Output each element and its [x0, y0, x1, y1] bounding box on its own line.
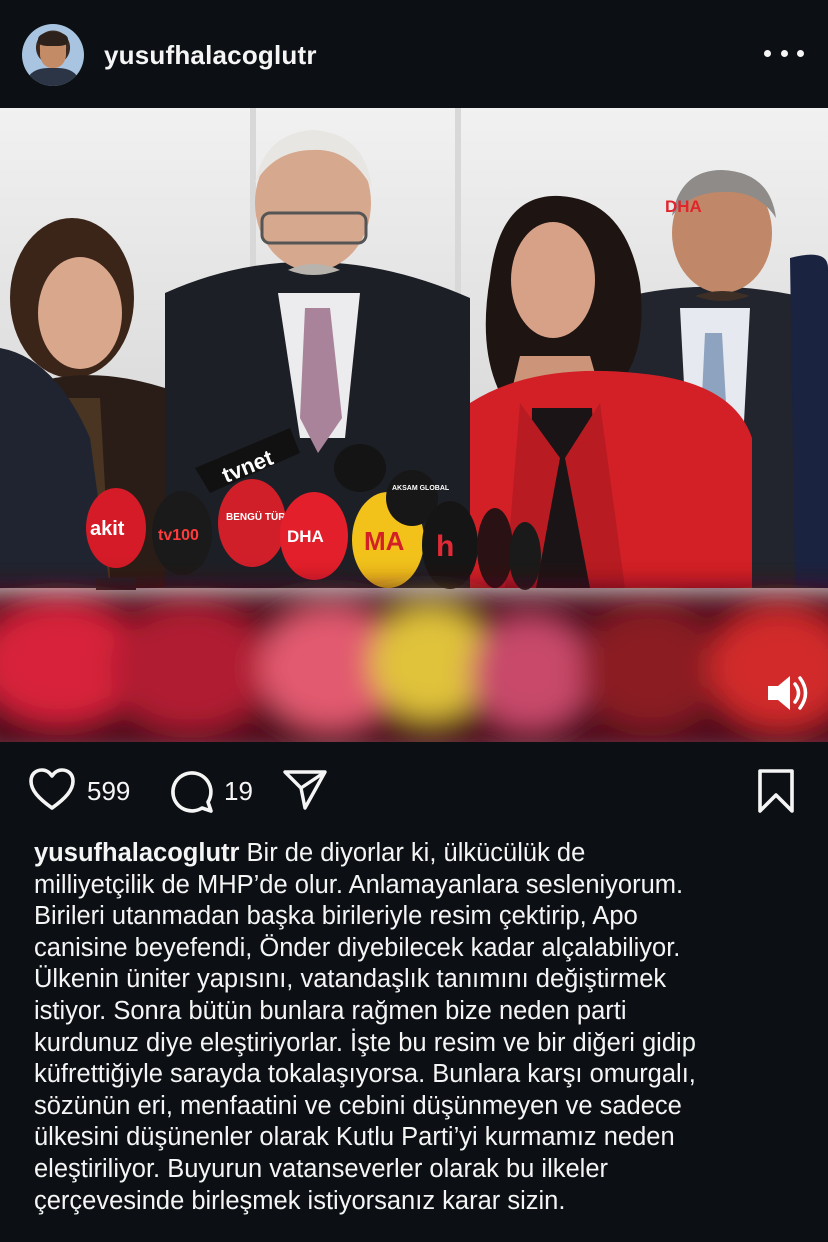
post-username[interactable]: yusufhalacoglutr: [104, 40, 317, 71]
caption-username[interactable]: yusufhalacoglutr: [34, 839, 239, 867]
caption-line: ülkesini düşünenler olarak Kutlu Parti’y…: [34, 1123, 675, 1152]
heart-icon[interactable]: [28, 768, 76, 812]
caption-line: Ülkenin üniter yapısını, vatandaşlık tan…: [34, 965, 667, 994]
more-icon[interactable]: [764, 38, 804, 68]
mic-label: akit: [90, 518, 125, 540]
caption-line: kurdunuz diye eleştiriyorlar. İşte bu re…: [34, 1028, 696, 1057]
video-frame: DHA akit tv100 BENGÜ TÜRK DHA MA tvnet A…: [0, 108, 828, 742]
mic-label: h: [436, 530, 454, 563]
more-dot: [797, 49, 804, 57]
like-count[interactable]: 599: [87, 776, 130, 807]
post-video[interactable]: DHA akit tv100 BENGÜ TÜRK DHA MA tvnet A…: [0, 108, 828, 742]
mic-label: AKSAM GLOBAL: [392, 485, 450, 492]
share-icon[interactable]: [282, 768, 328, 812]
post-caption: yusufhalacoglutr Bir de diyorlar ki, ülk…: [34, 838, 804, 1217]
avatar[interactable]: [22, 24, 84, 86]
comment-count[interactable]: 19: [224, 776, 253, 807]
comment-icon[interactable]: [168, 768, 214, 814]
mic-extra: [477, 508, 513, 588]
caption-line: küfrettiğiyle sarayda tokalaşıyorsa. Bun…: [34, 1060, 696, 1089]
man-far-right: [790, 254, 828, 588]
avatar-suit: [28, 68, 78, 86]
bookmark-icon[interactable]: [756, 768, 796, 814]
post-header: yusufhalacoglutr: [0, 0, 828, 108]
caption-line: çerçevesinde birleşmek istiyorsanız kara…: [34, 1186, 566, 1215]
speaker-icon[interactable]: [762, 670, 812, 716]
caption-line: istiyor. Sonra bütün bunlara rağmen bize…: [34, 996, 627, 1025]
caption-line: canisine beyefendi, Önder diyebilecek ka…: [34, 933, 681, 962]
more-dot: [780, 49, 788, 57]
mic-extra: [334, 444, 386, 492]
avatar-hair: [38, 32, 68, 46]
caption-line: eleştiriliyor. Buyurun vatanseverler ola…: [34, 1154, 609, 1183]
mic-label: tv100: [158, 527, 199, 544]
mic-label: MA: [364, 526, 405, 556]
caption-text: Bir de diyorlar ki, ülkücülük de: [239, 839, 586, 867]
caption-line: Birileri utanmadan başka birileriyle res…: [34, 902, 638, 931]
caption-line: milliyetçilik de MHP’de olur. Anlamayanl…: [34, 870, 684, 899]
mic-extra: [509, 522, 541, 590]
caption-line: yusufhalacoglutr Bir de diyorlar ki, ülk…: [34, 838, 804, 870]
video-watermark: DHA: [665, 197, 702, 216]
mic-label: DHA: [287, 527, 324, 546]
mic-stand: [96, 578, 136, 590]
more-dot: [764, 49, 771, 57]
blurred-band: [0, 590, 828, 742]
mic-bengu-turk: [218, 479, 286, 567]
caption-line: sözünün eri, menfaatini ve cebini düşünm…: [34, 1091, 682, 1120]
